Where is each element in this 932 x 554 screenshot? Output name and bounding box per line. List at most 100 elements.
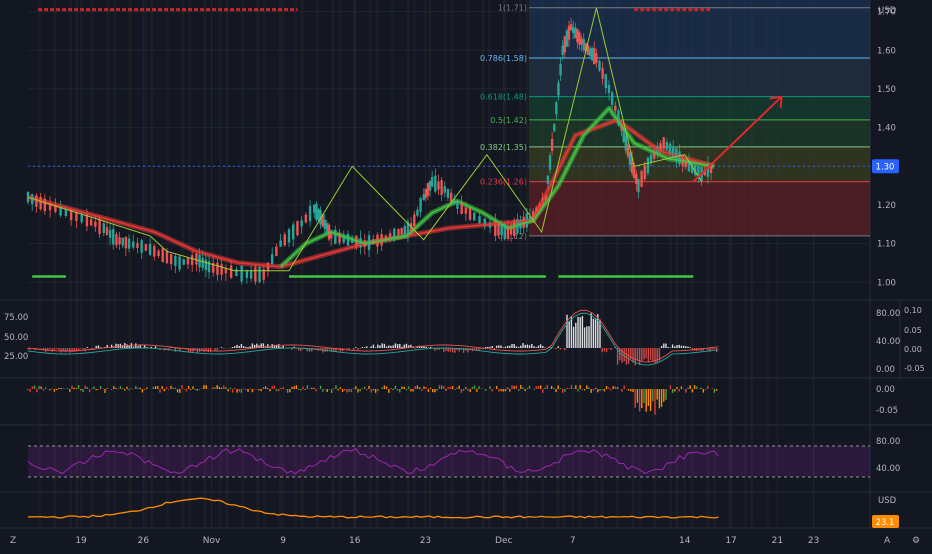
candle-body: [473, 212, 476, 221]
candle-body: [601, 68, 604, 79]
rsi-right-tick: 40.00: [876, 464, 900, 474]
candle-body: [153, 246, 156, 257]
candle-body: [64, 209, 68, 216]
rsi-band: [28, 446, 870, 477]
y-tick-label: 1.50: [877, 85, 896, 95]
candle-body: [640, 170, 643, 187]
candle-body: [665, 142, 669, 150]
candle-body: [437, 181, 440, 190]
candle-body: [494, 220, 497, 236]
candle-body: [555, 102, 558, 115]
rsi-right-tick: 80.00: [876, 437, 900, 447]
candle-body: [626, 145, 630, 157]
candle-body: [39, 196, 42, 210]
trading-chart[interactable]: 0(1.12)0.236(1.26)0.382(1.35)0.5(1.42)0.…: [0, 0, 932, 550]
candle-body: [563, 36, 566, 53]
candle-body: [204, 259, 208, 271]
candle-body: [557, 82, 560, 96]
fib-zone-3: [528, 96, 870, 120]
auto-scale-button[interactable]: A: [884, 536, 891, 546]
fib-zone-4: [528, 58, 870, 97]
x-tick-label: Nov: [203, 536, 221, 546]
candle-body: [346, 234, 350, 246]
candle-body: [240, 265, 243, 282]
candle-body: [157, 250, 160, 256]
candle-body: [488, 222, 492, 228]
y-tick-label: 1.60: [877, 46, 896, 56]
candle-body: [75, 212, 78, 221]
x-tick-label: 21: [772, 536, 783, 546]
candle-body: [94, 221, 97, 227]
chart-root: 0(1.12) 0.236(1.26) 0.382(1.35) 0.5(1.42) 0.…: [0, 0, 932, 550]
candle-body: [102, 223, 105, 233]
candle-body: [567, 25, 571, 40]
candle-body: [258, 267, 261, 283]
candle-body: [561, 45, 564, 55]
candle-body: [317, 209, 320, 221]
candle-body: [315, 203, 318, 220]
x-tick-label: 16: [349, 536, 361, 546]
candle-body: [292, 224, 295, 240]
osc-left-tick: 50.00: [4, 333, 28, 343]
vol-currency: USD: [878, 496, 897, 506]
candle-body: [235, 269, 238, 277]
candle-body: [140, 240, 143, 253]
candle-body: [593, 48, 596, 65]
osc-right-tick: 0.00: [876, 365, 895, 375]
fib-label: 0.382(1.35): [480, 143, 527, 152]
candle-body: [430, 176, 434, 187]
candle-body: [43, 198, 47, 212]
candle-body: [254, 267, 257, 282]
fib-zone-0: [528, 181, 870, 236]
x-tick-label: 7: [570, 536, 576, 546]
candle-body: [245, 271, 249, 278]
candle-body: [500, 224, 503, 236]
osc-far-right-tick: 0.05: [904, 326, 922, 335]
candle-body: [419, 198, 422, 212]
candle-body: [161, 248, 164, 263]
fib-zone-top: [528, 0, 870, 8]
fib-label: 0.5(1.42): [490, 116, 527, 125]
candle-body: [112, 229, 115, 245]
y-tick-label: 1.00: [877, 278, 896, 288]
candle-body: [610, 92, 614, 105]
candle-body: [646, 157, 650, 174]
candle-body: [598, 60, 601, 71]
candle-body: [590, 47, 594, 61]
candle-body: [308, 205, 312, 222]
candle-body: [637, 179, 640, 193]
candle-body: [607, 85, 611, 93]
candle-body: [121, 237, 124, 246]
candle-body: [80, 214, 83, 223]
candle-body: [323, 219, 327, 229]
candle-body: [403, 225, 406, 235]
candle-body: [413, 214, 416, 227]
candle-body: [582, 38, 585, 51]
candle-body: [229, 265, 233, 278]
candle-body: [434, 175, 437, 192]
x-tick-label: Dec: [495, 536, 512, 546]
candle-body: [400, 228, 403, 235]
candle-body: [604, 74, 608, 89]
settings-icon[interactable]: ⚙: [912, 536, 920, 546]
candle-body: [182, 259, 185, 265]
candle-body: [668, 143, 672, 154]
candle-body: [270, 254, 274, 265]
candle-body: [565, 30, 569, 47]
candle-body: [266, 262, 270, 272]
osc-right-tick: 80.00: [876, 309, 900, 319]
x-tick-label: 9: [280, 536, 286, 546]
fib-label: 1(1.71): [498, 4, 527, 13]
candle-body: [624, 135, 628, 151]
candle-body: [144, 244, 148, 251]
osc-far-right-tick: 0.10: [904, 306, 922, 315]
candle-body: [546, 175, 550, 185]
candle-body: [108, 230, 112, 238]
osc-left-tick: 75.00: [4, 313, 28, 323]
candle-body: [580, 38, 583, 45]
candle-body: [249, 270, 253, 279]
candle-body: [635, 173, 638, 184]
zoom-icon[interactable]: Z: [10, 536, 16, 546]
candle-body: [148, 243, 152, 255]
candle-body: [559, 63, 562, 76]
